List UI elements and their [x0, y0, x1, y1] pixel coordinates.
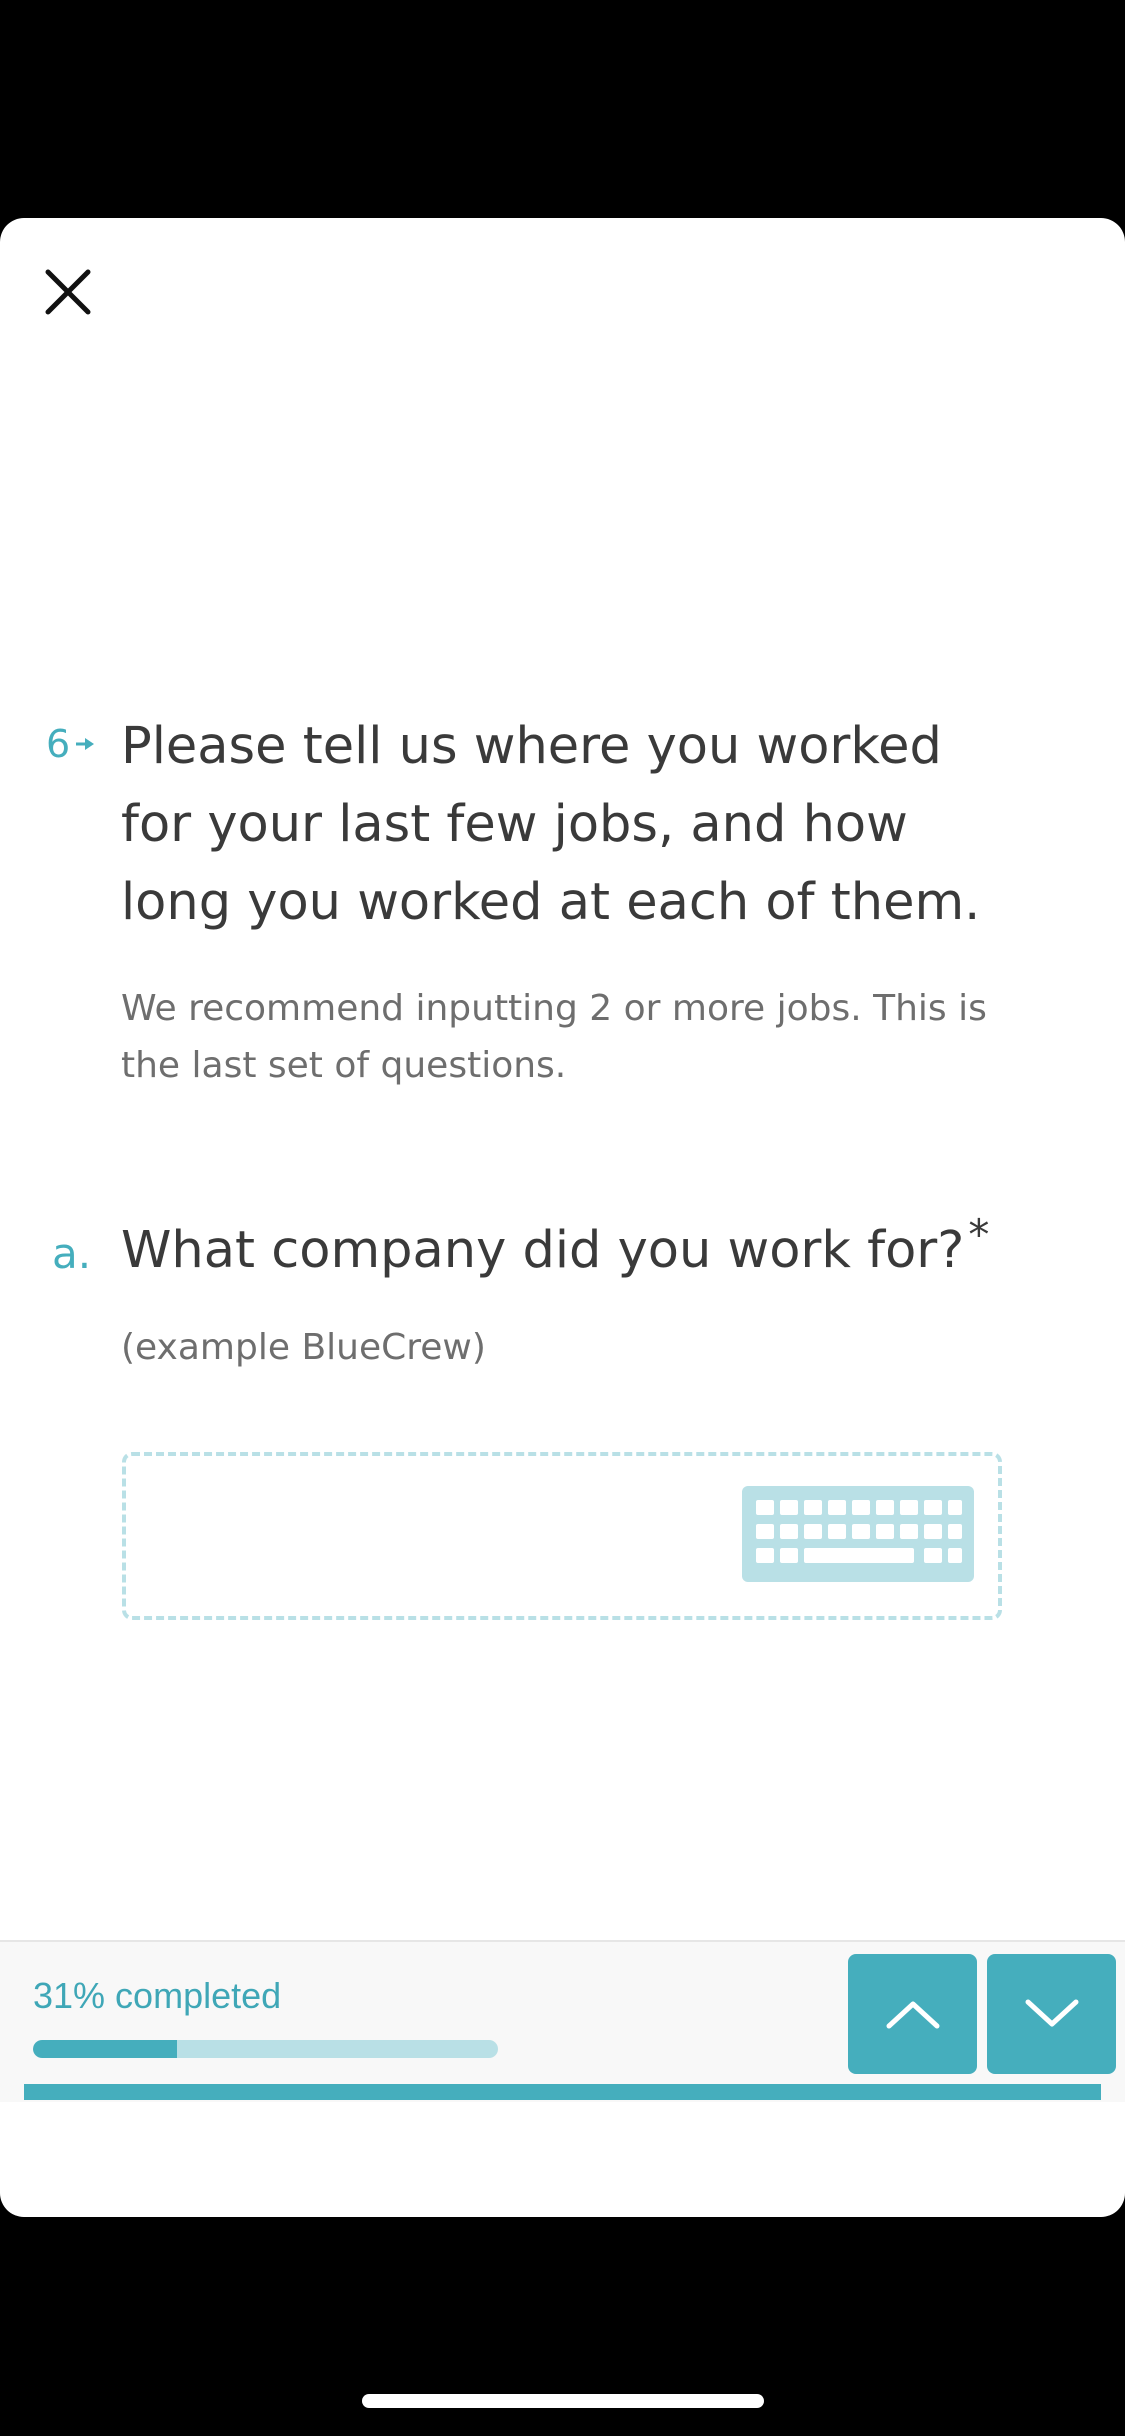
arrow-right-icon: [76, 738, 95, 750]
question-title: Please tell us where you worked for your…: [121, 717, 981, 932]
home-indicator[interactable]: [362, 2394, 764, 2408]
close-icon: [45, 269, 91, 315]
form-sheet: 6 Please tell us where you worked for yo…: [0, 218, 1125, 2217]
sub-question-title: What company did you work for?*: [121, 1214, 1041, 1286]
chevron-up-icon: [886, 2001, 939, 2029]
question-number: 6: [46, 725, 96, 763]
sub-question-hint: (example BlueCrew): [121, 1327, 486, 1368]
progress-footer: 31% completed: [0, 1940, 1125, 2102]
progress-bar-fill: [33, 2040, 178, 2058]
company-answer-field[interactable]: [122, 1452, 1002, 1620]
previous-question-button[interactable]: [848, 1954, 977, 2074]
progress-bar: [33, 2040, 498, 2058]
progress-label: 31% completed: [33, 1975, 282, 2016]
required-marker: *: [968, 1210, 990, 1259]
keyboard-icon: [742, 1486, 974, 1582]
close-button[interactable]: [36, 260, 100, 324]
question-number-label: 6: [46, 722, 71, 766]
next-question-button[interactable]: [987, 1954, 1116, 2074]
sub-question-letter: a.: [52, 1229, 92, 1278]
bottom-accent-bar: [24, 2084, 1101, 2100]
chevron-down-icon: [1025, 1999, 1078, 2027]
sub-question-text: What company did you work for?: [121, 1221, 965, 1280]
question-description: We recommend inputting 2 or more jobs. T…: [121, 988, 987, 1086]
